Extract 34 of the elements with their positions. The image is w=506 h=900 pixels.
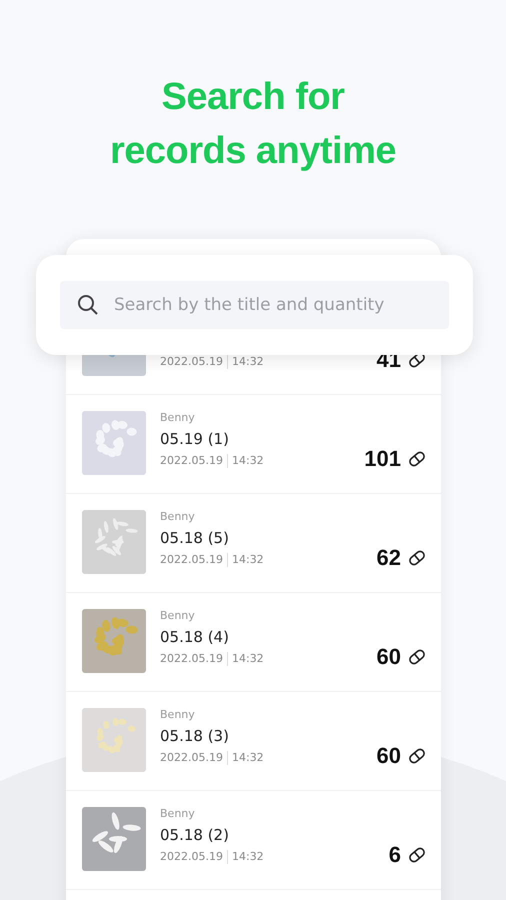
record-date: 2022.05.19 [160,652,223,666]
record-time: 14:32 [226,751,264,765]
record-time: 14:32 [226,850,264,864]
pill-icon [407,548,427,568]
record-time: 14:32 [226,652,264,666]
record-title: 05.18 (2) [160,825,230,845]
author-name: Benny [160,708,196,722]
search-field[interactable]: Search by the title and quantity [60,281,449,329]
record-time: 14:32 [226,553,264,567]
record-date: 2022.05.19 [160,355,223,369]
pill-icon [407,845,427,865]
author-name: Benny [160,609,196,623]
record-date: 2022.05.19 [160,454,223,468]
pill-icon [407,449,427,469]
record-title: 05.18 (5) [160,528,230,548]
headline: Search for [162,75,344,120]
author-name: Benny [160,807,196,821]
record-title: 05.19 (1) [160,429,230,449]
pill-count: 6 [388,842,401,868]
pill-count: 62 [376,545,401,571]
pill-count: 60 [376,743,401,769]
record-time: 14:32 [226,454,264,468]
pill-count: 101 [364,446,401,472]
record-title: 05.18 (4) [160,627,230,647]
record-date: 2022.05.19 [160,553,223,567]
pill-icon [407,746,427,766]
pill-count: 60 [376,644,401,670]
author-name: Benny [160,411,196,425]
record-date: 2022.05.19 [160,751,223,765]
record-date: 2022.05.19 [160,850,223,864]
author-name: Benny [160,510,196,524]
record-title: 05.18 (3) [160,726,230,746]
pill-icon [407,647,427,667]
headline: records anytime [110,129,396,174]
